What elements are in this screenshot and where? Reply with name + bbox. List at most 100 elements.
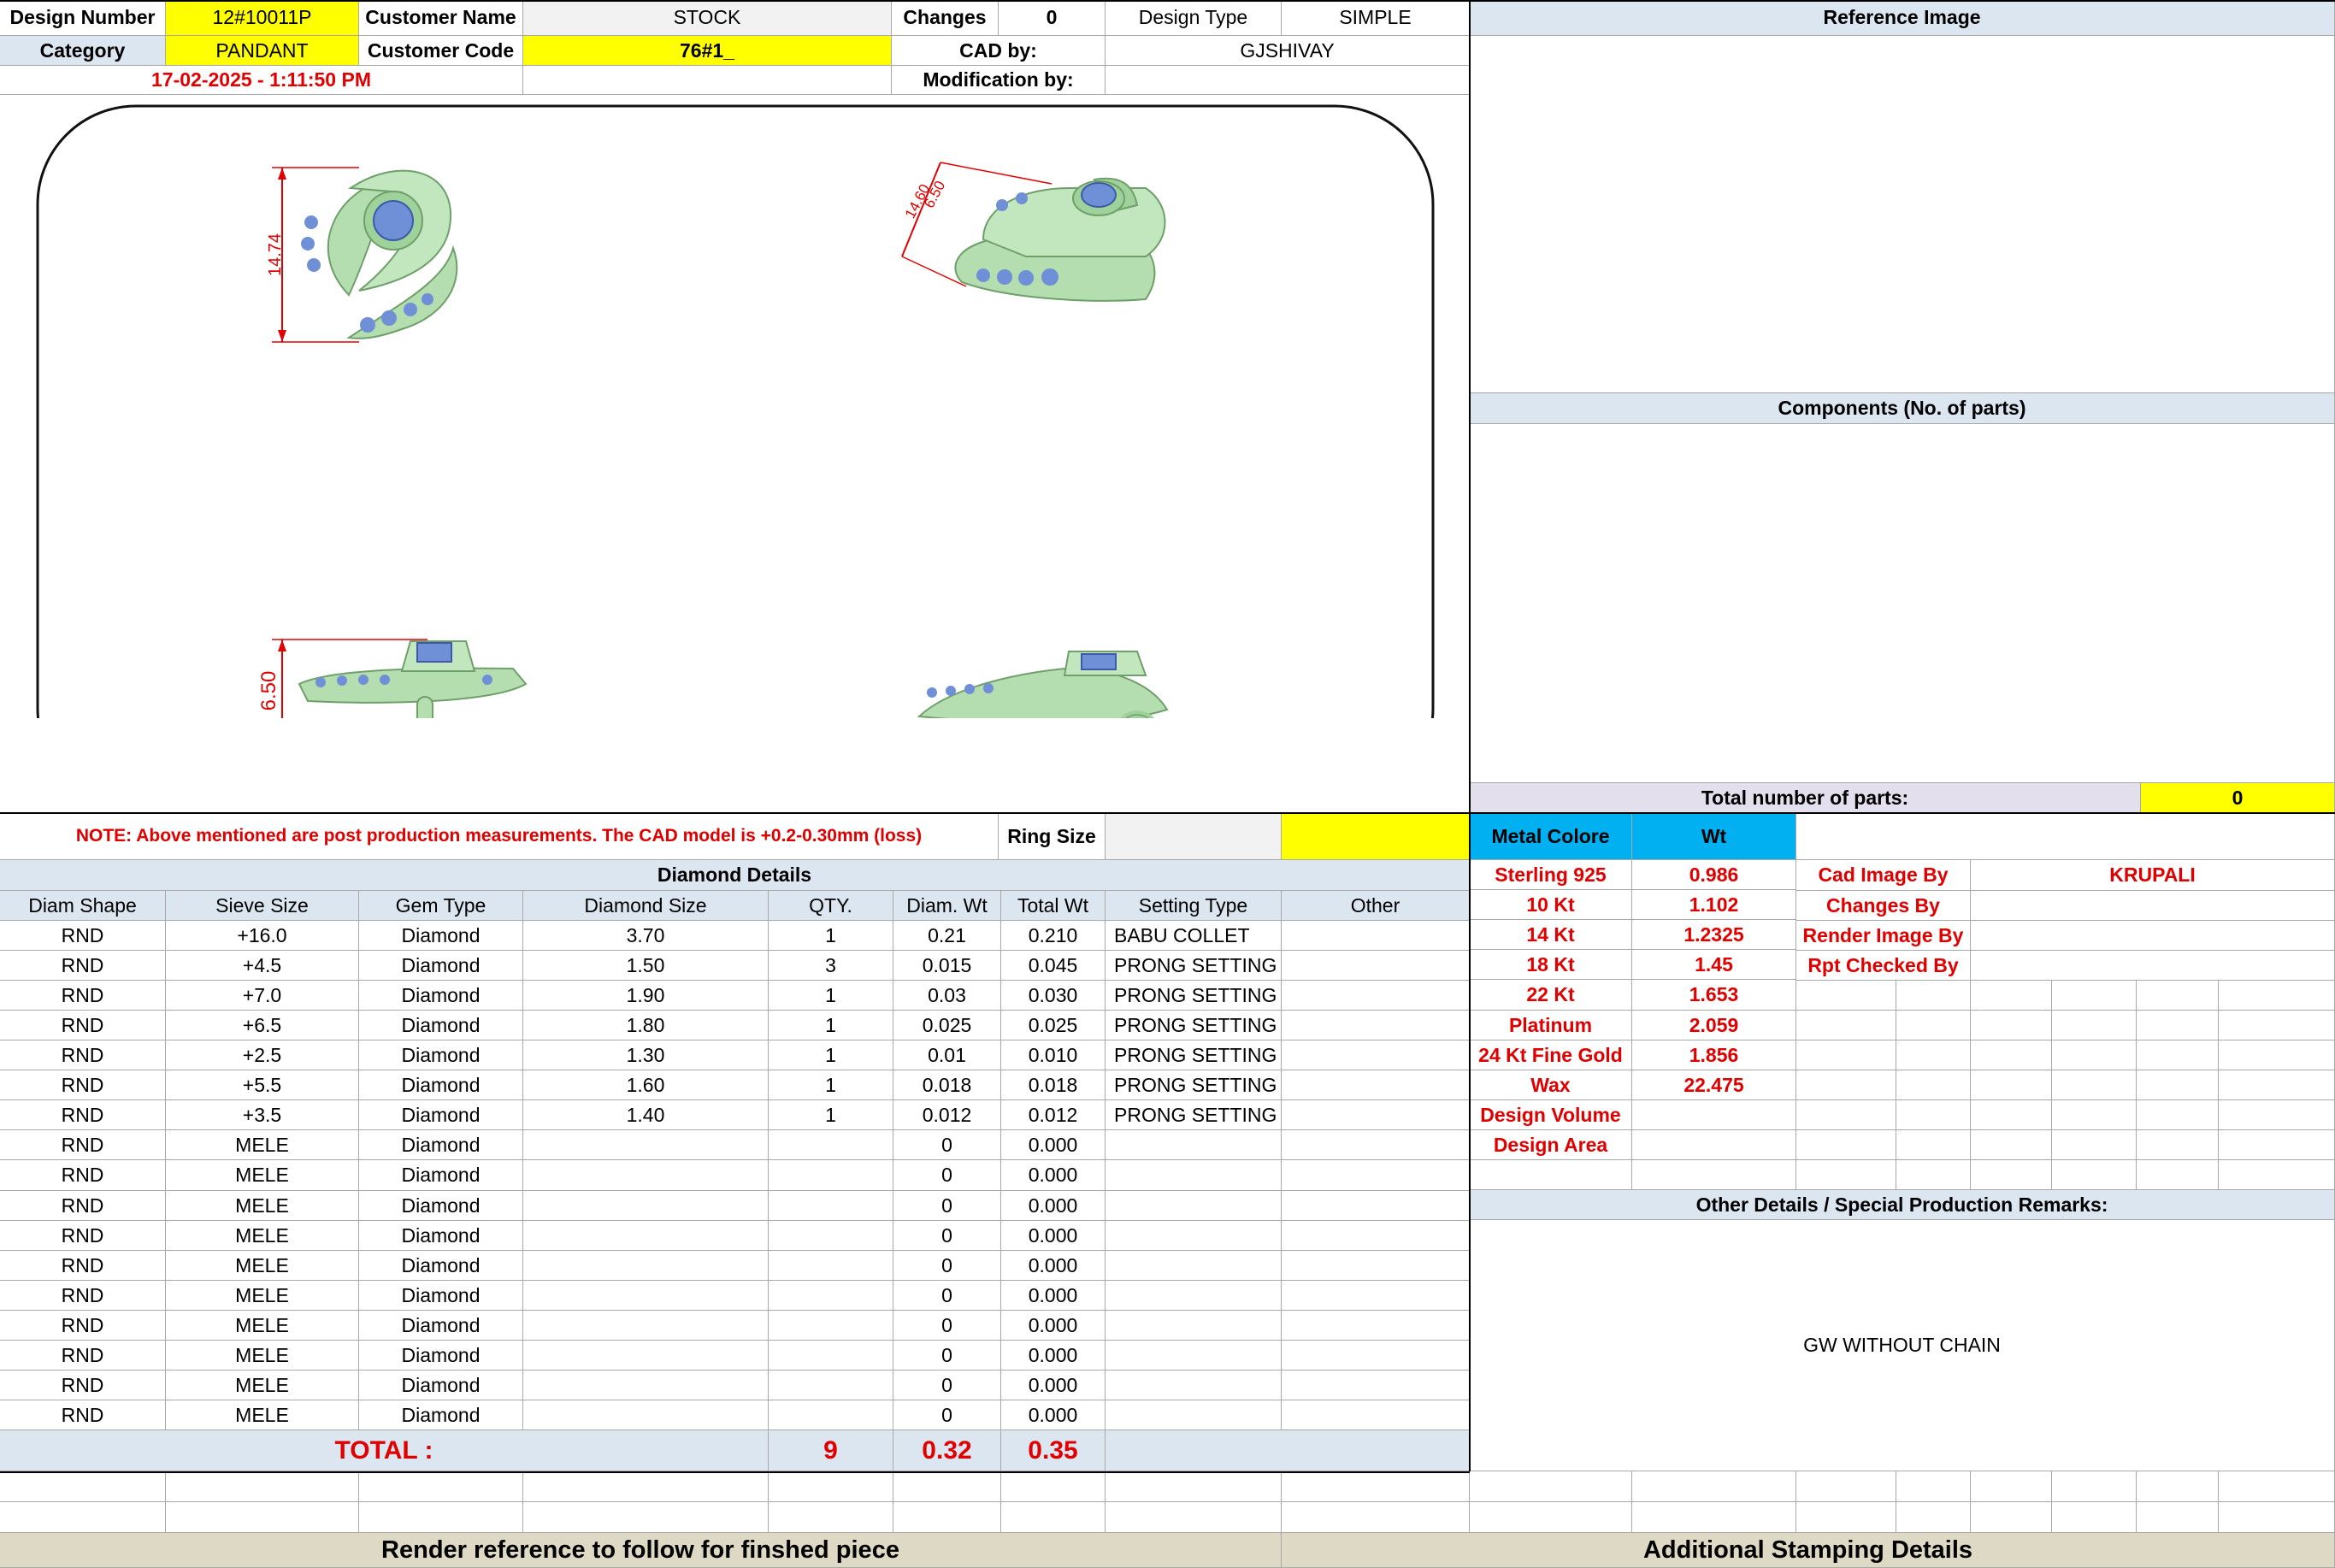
blank-cell[interactable] xyxy=(769,1502,893,1533)
staff-grid-cell[interactable] xyxy=(1796,1130,1896,1160)
diamond-cell[interactable]: Diamond xyxy=(359,981,523,1011)
diamond-cell[interactable]: 0.000 xyxy=(1001,1221,1106,1251)
diamond-cell[interactable] xyxy=(523,1221,769,1251)
staff-grid-cell[interactable] xyxy=(1971,981,2052,1011)
diamond-cell[interactable]: Diamond xyxy=(359,1160,523,1191)
diamond-cell[interactable]: Diamond xyxy=(359,1281,523,1311)
diamond-cell[interactable]: 0.21 xyxy=(893,921,1001,951)
staff-grid-cell[interactable] xyxy=(2052,1070,2137,1100)
diamond-cell[interactable] xyxy=(523,1371,769,1400)
blank-cell[interactable] xyxy=(2137,1471,2219,1502)
diamond-cell[interactable]: RND xyxy=(0,1341,166,1371)
remarks-area[interactable]: GW WITHOUT CHAIN xyxy=(1470,1220,2335,1471)
diamond-cell[interactable] xyxy=(1282,981,1470,1011)
blank-cell[interactable] xyxy=(359,1502,523,1533)
diamond-cell[interactable] xyxy=(1282,1221,1470,1251)
diamond-cell[interactable]: MELE xyxy=(166,1281,359,1311)
diamond-cell[interactable]: 0.015 xyxy=(893,951,1001,981)
diamond-cell[interactable]: 1.60 xyxy=(523,1070,769,1100)
staff-grid-cell[interactable] xyxy=(2219,1040,2335,1070)
diamond-cell[interactable] xyxy=(1106,1400,1282,1430)
blank-cell[interactable] xyxy=(1470,1471,1632,1502)
diamond-cell[interactable]: RND xyxy=(0,1371,166,1400)
diamond-cell[interactable]: Diamond xyxy=(359,1341,523,1371)
diamond-cell[interactable]: +16.0 xyxy=(166,921,359,951)
staff-grid-cell[interactable] xyxy=(1796,981,1896,1011)
staff-grid-cell[interactable] xyxy=(1896,981,1971,1011)
diamond-cell[interactable]: 0.000 xyxy=(1001,1341,1106,1371)
diamond-cell[interactable] xyxy=(1282,1040,1470,1070)
diamond-cell[interactable]: 0.000 xyxy=(1001,1251,1106,1281)
blank-cell[interactable] xyxy=(1470,1502,1632,1533)
diamond-cell[interactable]: +6.5 xyxy=(166,1011,359,1040)
diamond-cell[interactable]: 1 xyxy=(769,1100,893,1130)
blank-cell[interactable] xyxy=(1001,1502,1106,1533)
diamond-cell[interactable] xyxy=(523,1191,769,1221)
changes-by-value[interactable] xyxy=(1971,891,2335,921)
blank-cell[interactable] xyxy=(2137,1502,2219,1533)
diamond-cell[interactable]: 1 xyxy=(769,1011,893,1040)
staff-grid-cell[interactable] xyxy=(2052,1100,2137,1130)
diamond-cell[interactable]: Diamond xyxy=(359,1400,523,1430)
diamond-cell[interactable] xyxy=(1106,1191,1282,1221)
diamond-cell[interactable]: MELE xyxy=(166,1191,359,1221)
metal-weight[interactable]: 1.102 xyxy=(1632,890,1796,920)
blank-cell[interactable] xyxy=(2052,1502,2137,1533)
diamond-cell[interactable]: 0.025 xyxy=(893,1011,1001,1040)
diamond-cell[interactable]: 1 xyxy=(769,981,893,1011)
diamond-cell[interactable]: PRONG SETTING xyxy=(1106,951,1282,981)
blank-cell[interactable] xyxy=(1106,1502,1282,1533)
blank-cell[interactable] xyxy=(893,1502,1001,1533)
diamond-cell[interactable]: 1 xyxy=(769,1070,893,1100)
diamond-cell[interactable] xyxy=(1106,1130,1282,1160)
diamond-cell[interactable]: Diamond xyxy=(359,1371,523,1400)
render-image-by-value[interactable] xyxy=(1971,921,2335,951)
diamond-cell[interactable]: 3 xyxy=(769,951,893,981)
diamond-cell[interactable] xyxy=(1282,1400,1470,1430)
staff-grid-cell[interactable] xyxy=(2137,1011,2219,1040)
blank-cell[interactable] xyxy=(893,1471,1001,1502)
diamond-cell[interactable]: MELE xyxy=(166,1130,359,1160)
staff-grid-cell[interactable] xyxy=(2137,1100,2219,1130)
staff-grid-cell[interactable] xyxy=(2137,1040,2219,1070)
diamond-cell[interactable]: +4.5 xyxy=(166,951,359,981)
diamond-cell[interactable]: PRONG SETTING xyxy=(1106,1070,1282,1100)
diamond-cell[interactable]: 1 xyxy=(769,1040,893,1070)
diamond-cell[interactable]: +2.5 xyxy=(166,1040,359,1070)
diamond-cell[interactable]: RND xyxy=(0,1400,166,1430)
diamond-cell[interactable]: 0 xyxy=(893,1160,1001,1191)
diamond-cell[interactable] xyxy=(769,1251,893,1281)
staff-grid-cell[interactable] xyxy=(1971,1130,2052,1160)
diamond-cell[interactable] xyxy=(1282,1070,1470,1100)
metal-weight[interactable]: 1.2325 xyxy=(1632,920,1796,950)
diamond-cell[interactable] xyxy=(1282,1311,1470,1341)
staff-grid-cell[interactable] xyxy=(1796,1070,1896,1100)
staff-grid-cell[interactable] xyxy=(2219,1070,2335,1100)
staff-grid-cell[interactable] xyxy=(2137,1070,2219,1100)
diamond-cell[interactable]: RND xyxy=(0,1191,166,1221)
diamond-cell[interactable]: 0.030 xyxy=(1001,981,1106,1011)
diamond-cell[interactable]: +3.5 xyxy=(166,1100,359,1130)
blank-cell[interactable] xyxy=(1796,1471,1896,1502)
staff-grid-cell[interactable] xyxy=(1896,1070,1971,1100)
diamond-cell[interactable]: 0.018 xyxy=(893,1070,1001,1100)
diamond-cell[interactable]: 0.000 xyxy=(1001,1191,1106,1221)
diamond-cell[interactable]: MELE xyxy=(166,1251,359,1281)
diamond-cell[interactable]: 1.40 xyxy=(523,1100,769,1130)
blank-cell[interactable] xyxy=(0,1502,166,1533)
metal-weight[interactable] xyxy=(1632,1130,1796,1160)
diamond-cell[interactable]: Diamond xyxy=(359,1251,523,1281)
diamond-cell[interactable] xyxy=(1282,1371,1470,1400)
diamond-cell[interactable]: Diamond xyxy=(359,1070,523,1100)
staff-grid-cell[interactable] xyxy=(2219,1160,2335,1190)
diamond-cell[interactable] xyxy=(769,1191,893,1221)
diamond-cell[interactable] xyxy=(1282,1160,1470,1191)
diamond-cell[interactable]: MELE xyxy=(166,1371,359,1400)
diamond-cell[interactable] xyxy=(523,1160,769,1191)
staff-grid-cell[interactable] xyxy=(2219,1130,2335,1160)
blank-cell[interactable] xyxy=(523,1471,769,1502)
diamond-cell[interactable]: BABU COLLET xyxy=(1106,921,1282,951)
diamond-cell[interactable] xyxy=(769,1371,893,1400)
diamond-cell[interactable]: RND xyxy=(0,1011,166,1040)
cad-image-by-value[interactable]: KRUPALI xyxy=(1971,860,2335,891)
